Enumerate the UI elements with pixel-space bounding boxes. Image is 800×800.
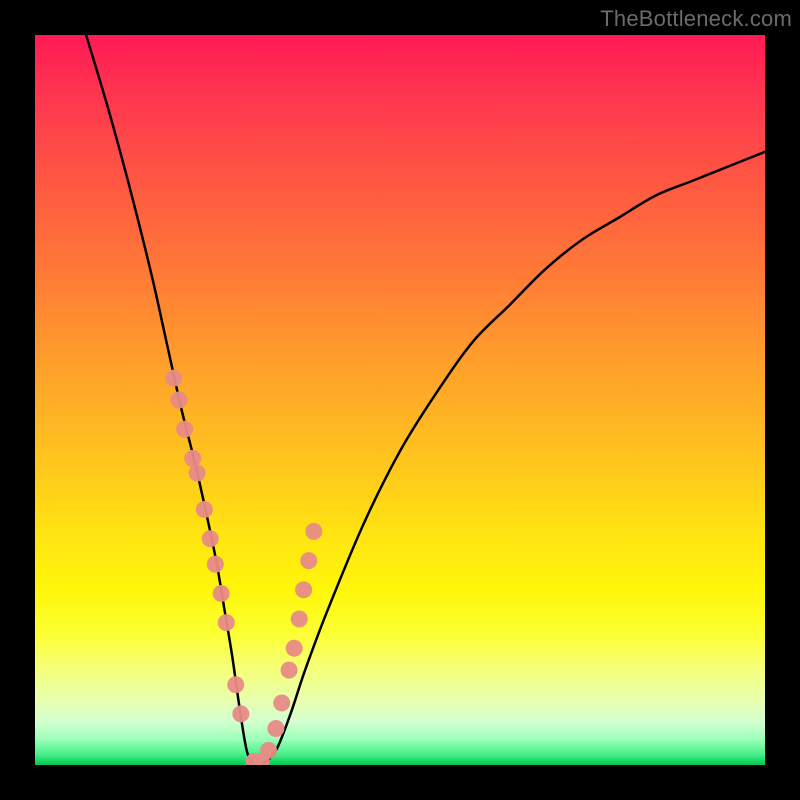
highlight-point	[227, 676, 244, 693]
highlight-point	[295, 581, 312, 598]
highlight-point	[176, 421, 193, 438]
highlight-point	[305, 523, 322, 540]
highlight-markers	[165, 370, 322, 765]
highlight-point	[260, 742, 277, 759]
highlight-point	[232, 705, 249, 722]
highlight-point	[184, 450, 201, 467]
highlight-point	[196, 501, 213, 518]
highlight-point	[300, 552, 317, 569]
highlight-point	[291, 611, 308, 628]
highlight-point	[218, 614, 235, 631]
chart-frame: TheBottleneck.com	[0, 0, 800, 800]
bottleneck-curve-svg	[35, 35, 765, 765]
bottleneck-curve-path	[86, 35, 765, 765]
plot-area	[35, 35, 765, 765]
highlight-point	[286, 640, 303, 657]
highlight-point	[273, 694, 290, 711]
highlight-point	[267, 720, 284, 737]
highlight-point	[213, 585, 230, 602]
highlight-point	[281, 662, 298, 679]
highlight-point	[189, 465, 206, 482]
highlight-point	[207, 556, 224, 573]
watermark-text: TheBottleneck.com	[600, 6, 792, 32]
highlight-point	[170, 392, 187, 409]
highlight-point	[165, 370, 182, 387]
highlight-point	[202, 530, 219, 547]
